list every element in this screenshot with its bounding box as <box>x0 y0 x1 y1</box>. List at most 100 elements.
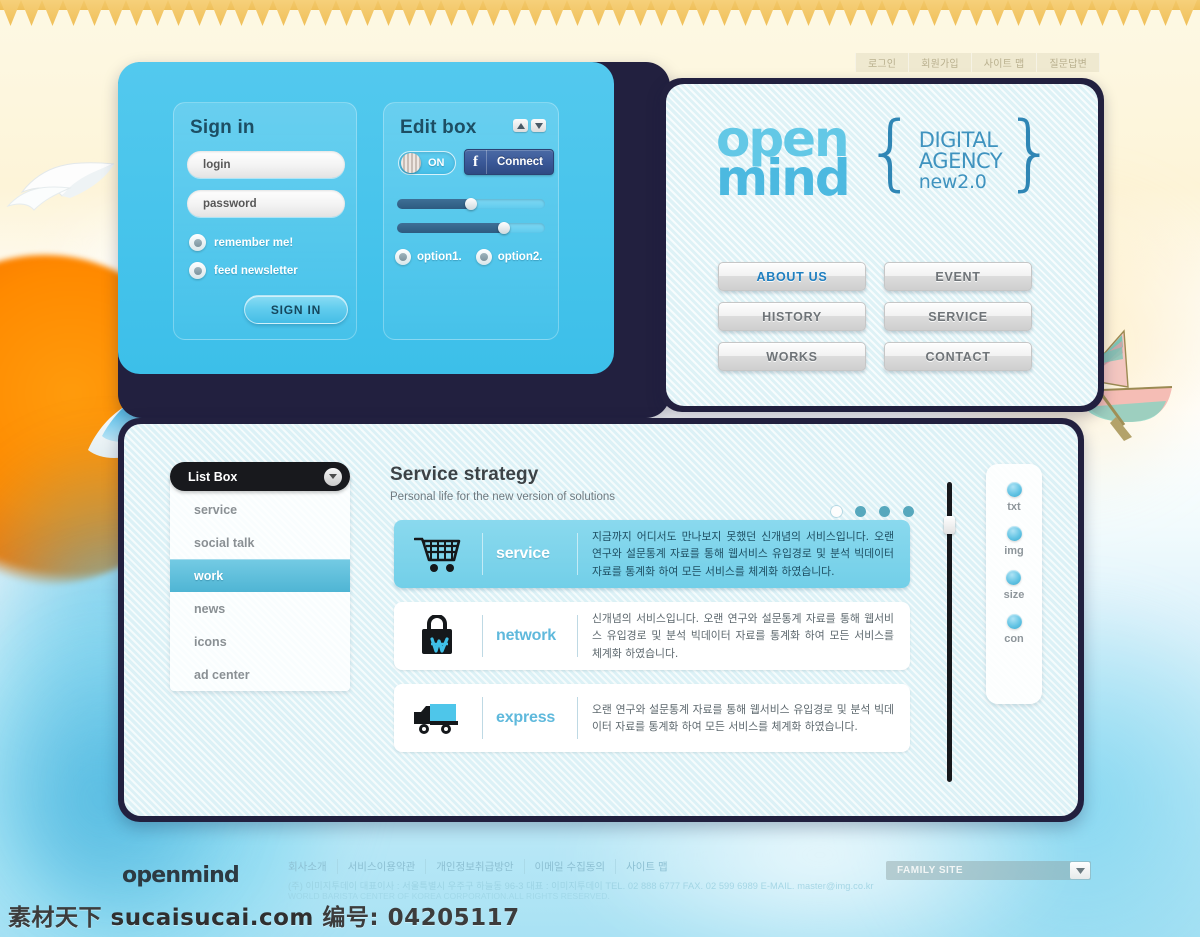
family-site-select[interactable]: FAMILY SITE <box>886 861 1091 880</box>
feed-newsletter-label: feed newsletter <box>214 264 298 277</box>
footer-address: (주) 이미지투데이 대표이사 : 서울특별시 우주구 하늘동 96-3 대표 … <box>288 881 874 891</box>
toggle-label: ON <box>428 157 445 169</box>
login-input[interactable]: login <box>187 151 345 178</box>
footer-link-privacy[interactable]: 개인정보취급방안 <box>426 859 525 874</box>
brace-right-icon: } <box>1004 105 1057 200</box>
editbox-card: Edit box ON f Connect option1. option2. <box>383 102 559 340</box>
vertical-scrollbar[interactable] <box>944 482 955 782</box>
widget-item-txt[interactable]: txt <box>1006 482 1022 513</box>
option-1-label: option1. <box>417 251 462 263</box>
slider-two[interactable] <box>397 222 545 234</box>
remember-me-label: remember me! <box>214 236 294 249</box>
toggle-knob[interactable] <box>401 153 421 173</box>
facebook-connect-button[interactable]: f Connect <box>464 149 554 175</box>
seagull-icon <box>18 158 128 202</box>
service-card-description: 오랜 연구와 설문통계 자료를 통해 웹서비스 유입경로 및 분석 빅데이터 자… <box>592 702 894 733</box>
caret-up-icon[interactable] <box>513 119 528 132</box>
widget-item-size[interactable]: size <box>1004 570 1024 601</box>
nav-button-event[interactable]: EVENT <box>884 262 1032 291</box>
carousel-dot-2[interactable] <box>855 506 866 517</box>
watermark: 素材天下 sucaisucai.com 编号: 04205117 <box>8 898 520 932</box>
list-item-social-talk[interactable]: social talk <box>170 526 350 559</box>
list-item-service[interactable]: service <box>170 493 350 526</box>
list-box-items: service social talk work news icons ad c… <box>170 477 350 691</box>
carousel-dot-4[interactable] <box>903 506 914 517</box>
carousel-dot-1[interactable] <box>831 506 842 517</box>
widget-item-con[interactable]: con <box>1004 614 1024 645</box>
widget-label-con: con <box>1004 633 1024 645</box>
sawtooth-border <box>0 0 1200 26</box>
list-box-header[interactable]: List Box <box>170 462 350 491</box>
option-1[interactable]: option1. <box>395 249 462 265</box>
password-input[interactable]: password <box>187 190 345 217</box>
nav-button-service[interactable]: SERVICE <box>884 302 1032 331</box>
widget-label-img: img <box>1004 545 1024 557</box>
scrollbar-thumb[interactable] <box>944 516 955 534</box>
bullet-icon <box>1006 482 1022 497</box>
login-panel: Sign in login password remember me! feed… <box>118 62 614 374</box>
bullet-icon <box>1006 526 1022 541</box>
service-card-name: network <box>482 615 578 657</box>
slider-one[interactable] <box>397 198 545 210</box>
service-card-express[interactable]: express 오랜 연구와 설문통계 자료를 통해 웹서비스 유입경로 및 분… <box>394 684 910 752</box>
brand-tagline: DIGITAL AGENCY new2.0 <box>918 128 1003 192</box>
footer-link-terms[interactable]: 서비스이용약관 <box>338 859 427 874</box>
list-box: List Box service social talk work news i… <box>170 462 350 691</box>
list-item-ad-center[interactable]: ad center <box>170 658 350 691</box>
nav-button-contact[interactable]: CONTACT <box>884 342 1032 371</box>
seagull-icon <box>6 182 78 214</box>
list-item-news[interactable]: news <box>170 592 350 625</box>
service-card-network[interactable]: network 신개념의 서비스입니다. 오랜 연구와 설문통계 자료를 통해 … <box>394 602 910 670</box>
slider-two-handle[interactable] <box>497 222 510 234</box>
brand-panel: open mind { DIGITAL AGENCY new2.0 } ABOU… <box>666 84 1098 406</box>
slider-one-fill <box>397 199 471 209</box>
watermark-site: sucaisucai.com <box>110 905 314 931</box>
chevron-down-icon[interactable] <box>324 467 342 486</box>
nav-button-history[interactable]: HISTORY <box>718 302 866 331</box>
option-2-label: option2. <box>497 251 543 263</box>
footer-link-about[interactable]: 회사소개 <box>278 859 338 874</box>
utility-nav-sitemap[interactable]: 사이트 맵 <box>971 53 1038 72</box>
radio-icon[interactable] <box>189 234 206 251</box>
nav-button-works[interactable]: WORKS <box>718 342 866 371</box>
caret-down-icon[interactable] <box>531 119 546 132</box>
option-2[interactable]: option2. <box>475 249 543 265</box>
page-subtitle: Personal life for the new version of sol… <box>390 491 616 503</box>
delivery-truck-icon <box>394 700 482 736</box>
feed-newsletter-row[interactable]: feed newsletter <box>189 262 298 279</box>
service-card-description: 지금까지 어디서도 만나보지 못했던 신개념의 서비스입니다. 오랜 연구와 설… <box>592 529 894 578</box>
page-title: Service strategy <box>390 464 539 485</box>
utility-nav-qna[interactable]: 질문답변 <box>1037 53 1100 72</box>
radio-icon[interactable] <box>475 249 492 265</box>
page-root: 로그인 회원가입 사이트 맵 질문답변 Sign in login passwo… <box>0 0 1200 937</box>
tagline-digital: DIGITAL <box>918 128 998 152</box>
facebook-connect-label: Connect <box>497 156 543 168</box>
bullet-icon <box>1006 614 1022 629</box>
slider-one-handle[interactable] <box>465 198 477 210</box>
editbox-options: option1. option2. <box>395 249 542 265</box>
family-site-label: FAMILY SITE <box>897 865 964 876</box>
list-item-work[interactable]: work <box>170 559 350 592</box>
side-widget: txt img size con <box>986 464 1042 704</box>
radio-icon[interactable] <box>189 262 206 279</box>
remember-me-row[interactable]: remember me! <box>189 234 293 251</box>
watermark-id-label: 编号: <box>322 905 380 931</box>
sign-in-button[interactable]: SIGN IN <box>244 295 348 324</box>
content-panel: List Box service social talk work news i… <box>124 424 1078 816</box>
nav-button-about-us[interactable]: ABOUT US <box>718 262 866 291</box>
caret-down-icon[interactable] <box>1070 862 1090 879</box>
widget-item-img[interactable]: img <box>1004 526 1024 557</box>
carousel-dots <box>831 506 914 517</box>
service-card-name: express <box>482 697 578 739</box>
on-off-toggle[interactable]: ON <box>398 151 456 175</box>
radio-icon[interactable] <box>395 249 411 265</box>
footer-link-sitemap[interactable]: 사이트 맵 <box>616 859 678 874</box>
utility-nav-signup[interactable]: 회원가입 <box>909 53 972 72</box>
list-item-icons[interactable]: icons <box>170 625 350 658</box>
carousel-dot-3[interactable] <box>879 506 890 517</box>
service-card-service[interactable]: service 지금까지 어디서도 만나보지 못했던 신개념의 서비스입니다. … <box>394 520 910 588</box>
service-card-description: 신개념의 서비스입니다. 오랜 연구와 설문통계 자료를 통해 웹서비스 유입경… <box>592 611 894 660</box>
utility-nav-login[interactable]: 로그인 <box>854 53 910 72</box>
list-box-title: List Box <box>188 469 238 484</box>
footer-link-email-consent[interactable]: 이메일 수집동의 <box>525 859 617 874</box>
